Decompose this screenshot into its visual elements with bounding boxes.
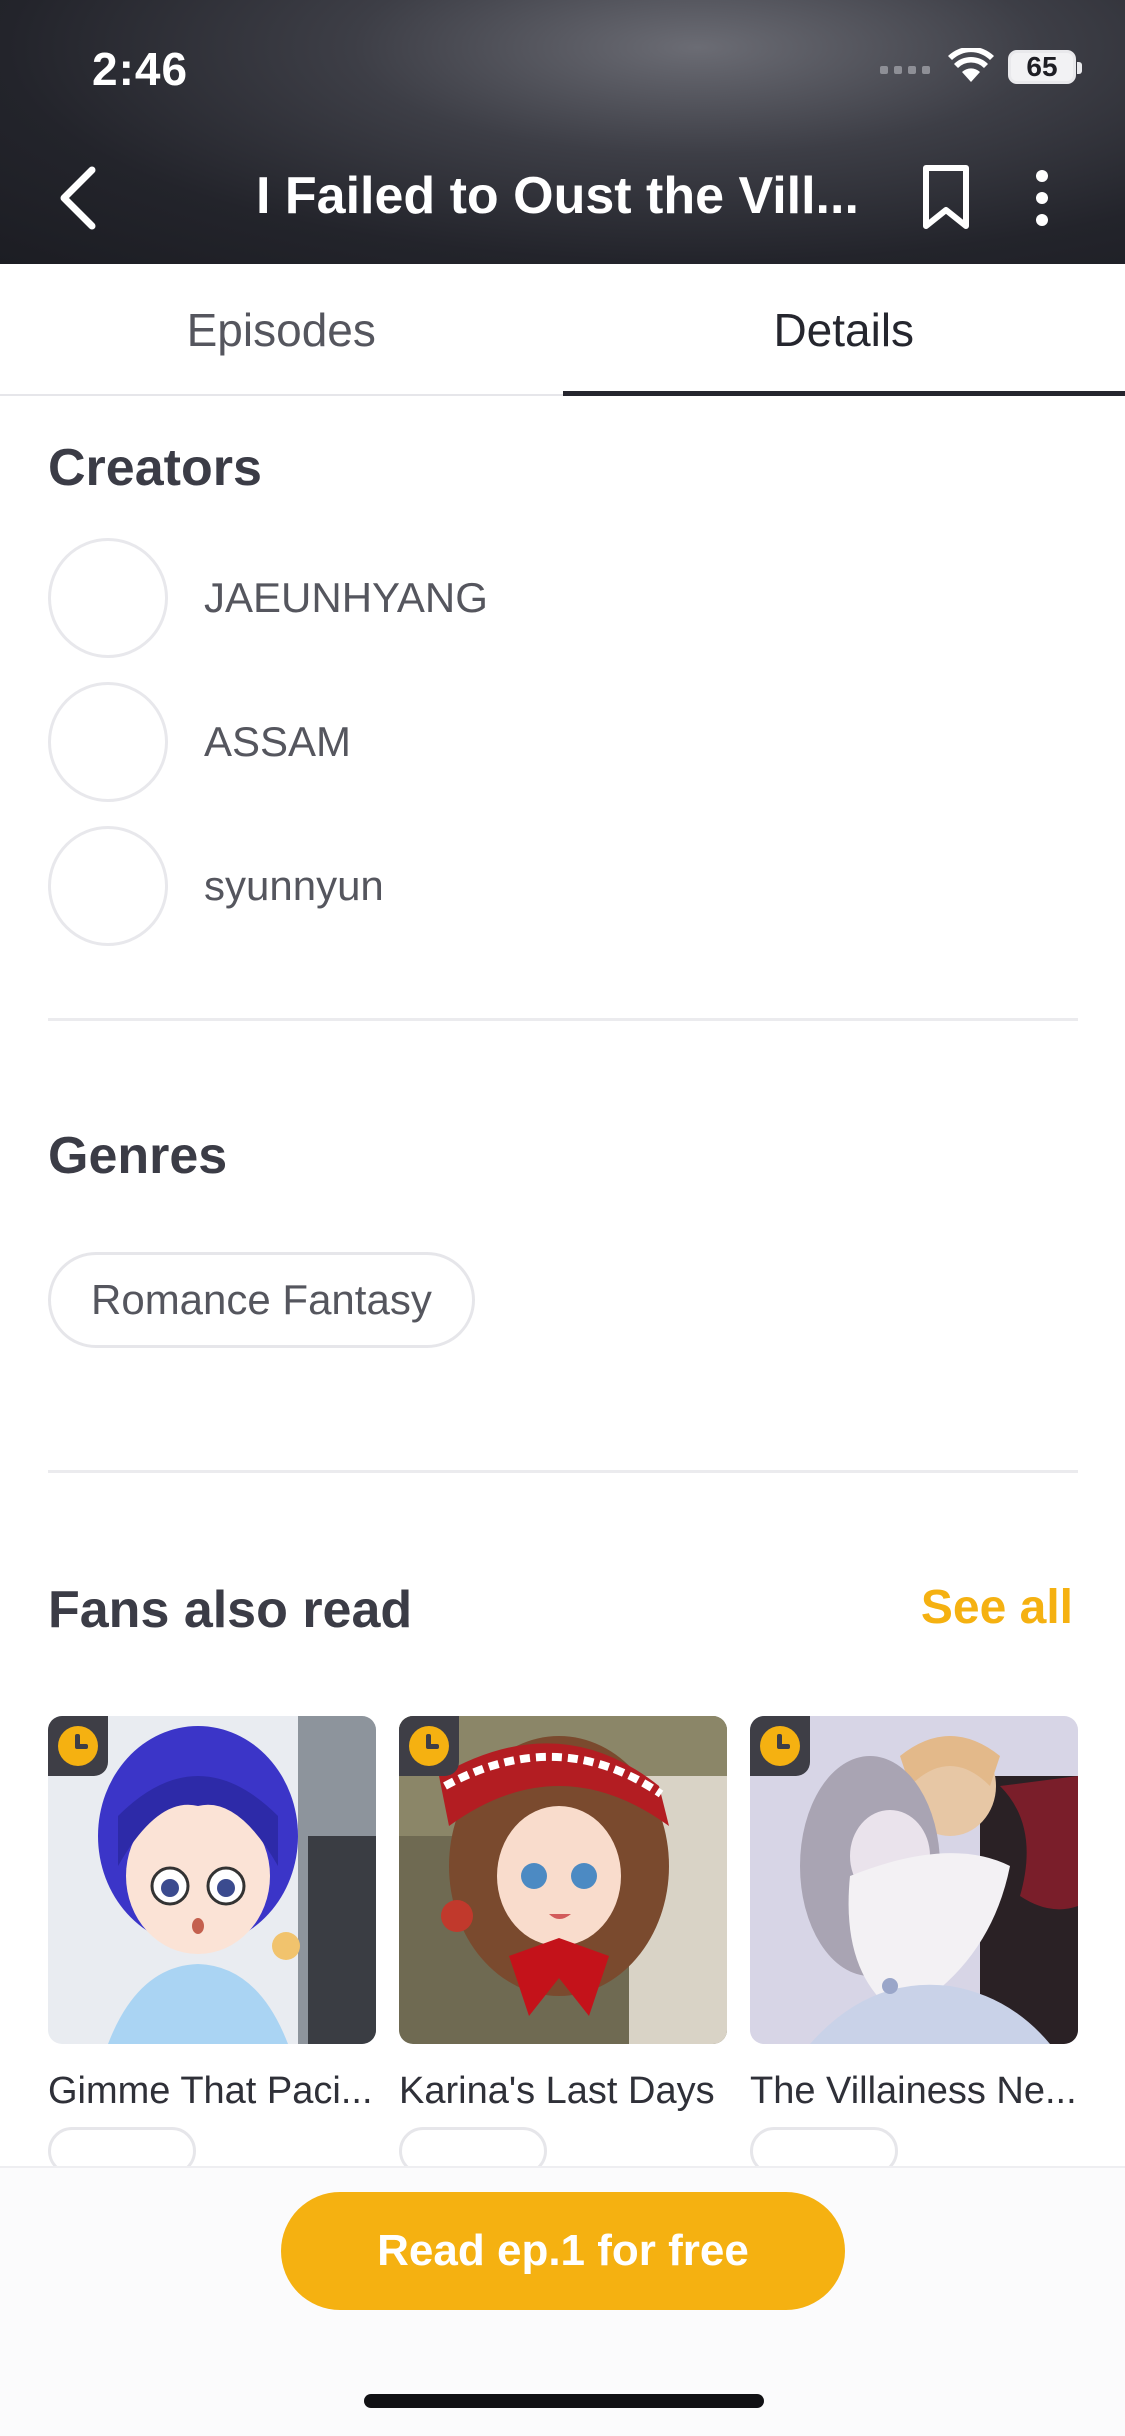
- cellular-signal-icon: [880, 66, 932, 76]
- avatar: [48, 826, 168, 946]
- avatar: [48, 682, 168, 802]
- comic-cover-image: [48, 1716, 376, 2044]
- comic-title: Gimme That Paci...: [48, 2070, 373, 2112]
- comic-card[interactable]: Gimme That Paci...: [48, 1716, 376, 2175]
- section-divider: [48, 1470, 1078, 1473]
- read-ep1-free-button[interactable]: Read ep.1 for free: [281, 2192, 845, 2310]
- comic-cover-image: [399, 1716, 727, 2044]
- creator-name: syunnyun: [204, 862, 384, 909]
- genre-chip[interactable]: Romance Fantasy: [48, 1252, 475, 1348]
- header-bar: 2:46 65 I Failed to Oust the Vill...: [0, 0, 1125, 264]
- comic-title: The Villainess Ne...: [750, 2070, 1077, 2112]
- tab-bar: Episodes Details: [0, 264, 1125, 396]
- screen: 2:46 65 I Failed to Oust the Vill... Epi…: [0, 0, 1125, 2436]
- comic-card[interactable]: Karina's Last Days: [399, 1716, 727, 2175]
- creator-item[interactable]: JAEUNHYANG: [48, 538, 748, 658]
- comic-cover-image: [750, 1716, 1078, 2044]
- genres-heading: Genres: [48, 1127, 228, 1185]
- more-options-button[interactable]: [1022, 166, 1062, 230]
- section-divider: [48, 1018, 1078, 1021]
- battery-icon: 65: [1008, 50, 1082, 84]
- creators-heading: Creators: [48, 439, 262, 497]
- see-all-link[interactable]: See all: [921, 1580, 1073, 1635]
- clock-badge-icon: [750, 1716, 810, 1776]
- creator-item[interactable]: ASSAM: [48, 682, 748, 802]
- comic-title: Karina's Last Days: [399, 2070, 715, 2112]
- avatar: [48, 538, 168, 658]
- tab-details[interactable]: Details: [562, 264, 1125, 396]
- creator-item[interactable]: syunnyun: [48, 826, 748, 946]
- clock-badge-icon: [399, 1716, 459, 1776]
- clock-badge-icon: [48, 1716, 108, 1776]
- tab-episodes[interactable]: Episodes: [0, 264, 563, 394]
- page-title: I Failed to Oust the Vill...: [256, 167, 859, 225]
- fans-also-read-heading: Fans also read: [48, 1581, 413, 1639]
- comic-card[interactable]: The Villainess Ne...: [750, 1716, 1078, 2175]
- home-indicator[interactable]: [364, 2394, 764, 2408]
- back-button[interactable]: [52, 162, 108, 234]
- creator-name: JAEUNHYANG: [204, 574, 488, 621]
- status-time: 2:46: [92, 43, 189, 95]
- wifi-icon: [948, 48, 994, 82]
- bookmark-button[interactable]: [918, 164, 974, 232]
- creator-name: ASSAM: [204, 718, 352, 765]
